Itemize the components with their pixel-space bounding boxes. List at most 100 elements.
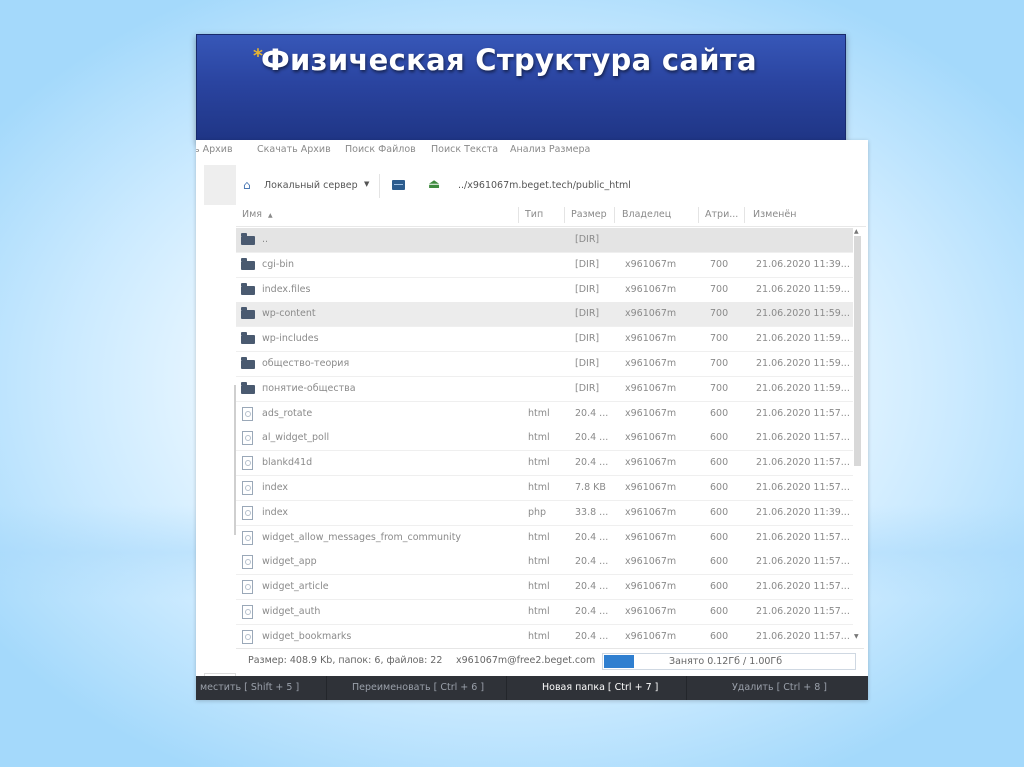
- column-divider[interactable]: [564, 207, 565, 223]
- file-row[interactable]: blankd41d html 20.4 ... x961067m 600 21.06.20…: [236, 451, 854, 477]
- file-name: widget_article: [262, 581, 329, 593]
- file-name: понятие-общества: [262, 382, 356, 394]
- file-type: html: [528, 606, 550, 617]
- file-row[interactable]: widget_app html 20.4 ... x961067m 600 21.06.2…: [236, 550, 854, 576]
- file-name: widget_allow_messages_from_community: [262, 531, 462, 543]
- column-divider[interactable]: [698, 207, 699, 223]
- chevron-down-icon[interactable]: ▼: [364, 180, 369, 188]
- server-select[interactable]: Локальный сервер: [264, 180, 358, 191]
- scroll-down-icon[interactable]: ▼: [854, 633, 859, 640]
- folder-row[interactable]: понятие-общества [DIR] x961067m 700 21.06.20…: [236, 376, 854, 402]
- folder-row[interactable]: .. [DIR]: [236, 228, 854, 253]
- file-type: html: [528, 432, 550, 444]
- rename-button[interactable]: Переименовать [ Ctrl + 6 ]: [352, 682, 484, 693]
- status-summary: Размер: 408.9 Kb, папок: 6, файлов: 22: [248, 655, 443, 666]
- file-owner: x961067m: [625, 258, 677, 270]
- file-name: wp-content: [262, 308, 316, 320]
- menu-item-archive[interactable]: ь Архив: [196, 144, 233, 155]
- home-icon[interactable]: ⌂: [243, 179, 257, 192]
- file-size: 20.4 ...: [575, 457, 609, 469]
- menu-item-find-files[interactable]: Поиск Файлов: [345, 144, 416, 155]
- menu-bar: ь Архив Скачать Архив Поиск Файлов Поиск…: [196, 140, 868, 162]
- column-header-name[interactable]: Имя ▲: [242, 209, 273, 220]
- file-modified: 21.06.2020 11:57...: [756, 457, 850, 469]
- new-folder-button[interactable]: Новая папка [ Ctrl + 7 ]: [542, 682, 658, 693]
- file-name: index: [262, 482, 288, 493]
- column-header-attributes[interactable]: Атри...: [705, 209, 738, 220]
- column-divider[interactable]: [744, 207, 745, 223]
- file-attributes: 700: [710, 283, 729, 295]
- file-type: html: [528, 531, 550, 543]
- file-icon: [242, 530, 253, 545]
- file-name: ..: [262, 234, 269, 245]
- folder-row[interactable]: cgi-bin [DIR] x961067m 700 21.06.2020 11:39.…: [236, 252, 854, 278]
- file-row[interactable]: ads_rotate html 20.4 ... x961067m 600 21.06.2…: [236, 401, 854, 427]
- menu-item-download-archive[interactable]: Скачать Архив: [257, 144, 331, 155]
- delete-button[interactable]: Удалить [ Ctrl + 8 ]: [732, 682, 827, 693]
- column-header-modified[interactable]: Изменён: [753, 209, 796, 220]
- file-size: 20.4 ...: [575, 556, 609, 568]
- column-header-type[interactable]: Тип: [525, 209, 543, 220]
- file-modified: 21.06.2020 11:57...: [756, 432, 850, 444]
- file-attributes: 600: [710, 581, 729, 593]
- function-key-divider: [686, 676, 687, 700]
- file-attributes: 600: [710, 556, 729, 568]
- folder-icon: [241, 381, 255, 394]
- file-owner: x961067m: [625, 606, 677, 617]
- slide-title-box: * Физическая Структура сайта: [196, 34, 846, 142]
- file-size: [DIR]: [575, 382, 600, 394]
- folder-row[interactable]: index.files [DIR] x961067m 700 21.06.2020 11…: [236, 277, 854, 303]
- file-row[interactable]: al_widget_poll html 20.4 ... x961067m 600 21.…: [236, 426, 854, 452]
- file-type: html: [528, 556, 550, 568]
- file-row[interactable]: widget_article html 20.4 ... x961067m 600 21.…: [236, 575, 854, 601]
- menu-item-find-text[interactable]: Поиск Текста: [431, 144, 498, 155]
- left-pane: [204, 165, 237, 693]
- folder-row[interactable]: общество-теория [DIR] x961067m 700 21.06.202…: [236, 352, 854, 377]
- file-name: widget_app: [262, 556, 317, 568]
- file-modified: 21.06.2020 11:57...: [756, 407, 850, 419]
- file-row[interactable]: index php 33.8 ... x961067m 600 21.06.2020 11…: [236, 500, 854, 526]
- file-owner: x961067m: [625, 358, 677, 369]
- file-type: html: [528, 482, 550, 493]
- column-header-owner[interactable]: Владелец: [622, 209, 671, 220]
- file-row[interactable]: index html 7.8 KB x961067m 600 21.06.2020 11:…: [236, 476, 854, 501]
- file-icon: [242, 431, 253, 446]
- file-size: [DIR]: [575, 258, 600, 270]
- folder-row[interactable]: wp-includes [DIR] x961067m 700 21.06.2020 11…: [236, 327, 854, 353]
- file-owner: x961067m: [625, 308, 677, 320]
- column-header-name-label: Имя: [242, 209, 262, 220]
- file-row[interactable]: widget_bookmarks html 20.4 ... x961067m 600 2…: [236, 624, 854, 648]
- scrollbar-thumb[interactable]: [854, 236, 861, 466]
- path-breadcrumb[interactable]: ../x961067m.beget.tech/public_html: [458, 180, 631, 191]
- column-header-size[interactable]: Размер: [571, 209, 607, 220]
- file-attributes: 600: [710, 482, 729, 493]
- column-divider[interactable]: [518, 207, 519, 223]
- file-modified: 21.06.2020 11:57...: [756, 482, 850, 493]
- move-button[interactable]: местить [ Shift + 5 ]: [200, 682, 299, 693]
- file-size: [DIR]: [575, 358, 600, 369]
- menu-item-size-analysis[interactable]: Анализ Размера: [510, 144, 590, 155]
- column-divider[interactable]: [614, 207, 615, 223]
- file-size: 20.4 ...: [575, 407, 609, 419]
- file-owner: x961067m: [625, 333, 677, 345]
- file-row[interactable]: widget_allow_messages_from_community html…: [236, 525, 854, 551]
- file-row[interactable]: widget_auth html 20.4 ... x961067m 600 21.06.…: [236, 600, 854, 625]
- folder-icon: [241, 233, 255, 245]
- function-key-divider: [506, 676, 507, 700]
- folder-row[interactable]: wp-content [DIR] x961067m 700 21.06.2020 11:…: [236, 302, 854, 328]
- scroll-up-icon[interactable]: ▲: [854, 228, 859, 235]
- server-drive-icon[interactable]: [392, 180, 405, 190]
- file-modified: 21.06.2020 11:59...: [756, 283, 850, 295]
- file-modified: 21.06.2020 11:57...: [756, 630, 850, 642]
- file-attributes: 700: [710, 258, 729, 270]
- file-name: index: [262, 506, 288, 518]
- slide-title: Физическая Структура сайта: [261, 43, 757, 77]
- file-attributes: 600: [710, 432, 729, 444]
- file-list-scrollbar[interactable]: ▲ ▼: [853, 228, 862, 643]
- file-size: [DIR]: [575, 234, 600, 245]
- folder-icon: [241, 282, 255, 295]
- file-icon: [242, 456, 253, 471]
- upload-icon[interactable]: ⏏: [428, 177, 442, 192]
- file-type: html: [528, 457, 550, 469]
- table-header: Имя ▲ Тип Размер Владелец Атри... Изменё…: [236, 204, 866, 227]
